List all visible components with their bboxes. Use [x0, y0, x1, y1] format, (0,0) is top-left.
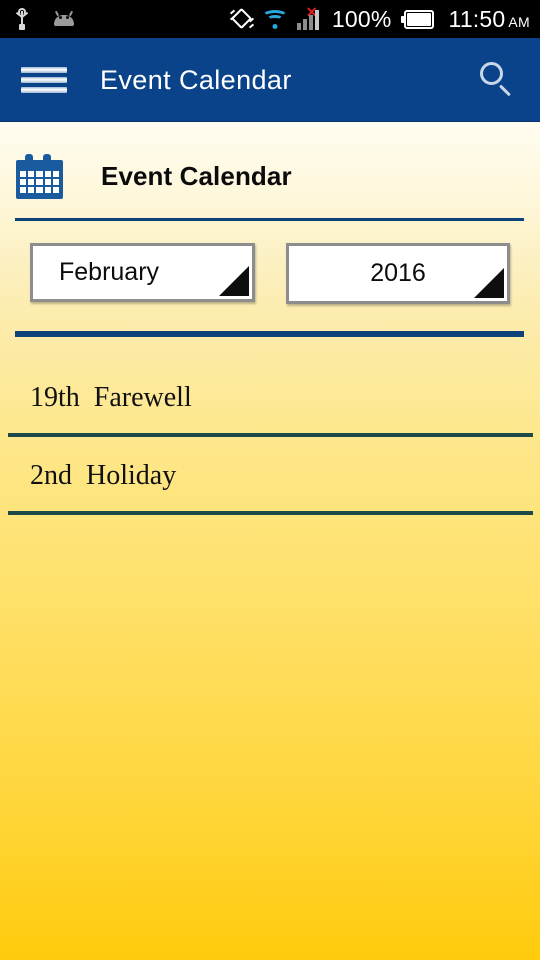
month-dropdown[interactable]: February — [30, 243, 255, 302]
menu-bar-3 — [21, 87, 67, 93]
clock: 11:50 AM — [449, 6, 530, 33]
wifi-icon — [261, 9, 288, 29]
app-screen: ✕ 100% 11:50 AM Event Calendar Event Cal… — [0, 0, 540, 960]
battery-full-icon — [400, 9, 435, 29]
month-dropdown-value: February — [59, 258, 160, 286]
chevron-down-icon — [474, 268, 504, 298]
selector-divider — [15, 331, 524, 337]
status-bar-right-icons: ✕ 100% 11:50 AM — [229, 5, 530, 33]
hamburger-menu-icon[interactable] — [21, 63, 67, 97]
cellular-signal-icon: ✕ — [296, 5, 323, 30]
year-dropdown[interactable]: 2016 — [286, 243, 510, 304]
event-label: 19th Farewell — [30, 382, 192, 413]
date-selector-row: February 2016 — [0, 221, 540, 304]
status-bar-left-icons — [14, 8, 76, 30]
page-header: Event Calendar — [0, 122, 540, 199]
app-bar: Event Calendar — [0, 38, 540, 122]
event-label: 2nd Holiday — [30, 460, 177, 491]
clock-time: 11:50 — [448, 5, 506, 32]
search-icon-ring — [480, 62, 503, 85]
list-item[interactable]: 2nd Holiday — [0, 437, 540, 515]
android-icon — [52, 10, 76, 26]
calendar-icon — [16, 154, 63, 199]
clock-meridiem: AM — [508, 13, 530, 30]
search-icon[interactable] — [476, 58, 520, 102]
app-bar-title: Event Calendar — [100, 64, 292, 95]
list-item-divider — [8, 511, 533, 515]
page-title: Event Calendar — [101, 161, 292, 191]
search-icon-handle — [498, 84, 511, 97]
menu-bar-2 — [21, 77, 67, 83]
menu-bar-1 — [21, 67, 67, 73]
event-list: 19th Farewell 2nd Holiday — [0, 359, 540, 515]
chevron-down-icon — [219, 266, 249, 296]
usb-icon — [14, 8, 30, 30]
list-item[interactable]: 19th Farewell — [0, 359, 540, 437]
content-area: Event Calendar February 2016 19th Farewe… — [0, 122, 540, 960]
status-bar: ✕ 100% 11:50 AM — [0, 0, 540, 38]
screen-rotation-icon — [229, 7, 254, 30]
battery-percent-label: 100% — [331, 5, 392, 32]
